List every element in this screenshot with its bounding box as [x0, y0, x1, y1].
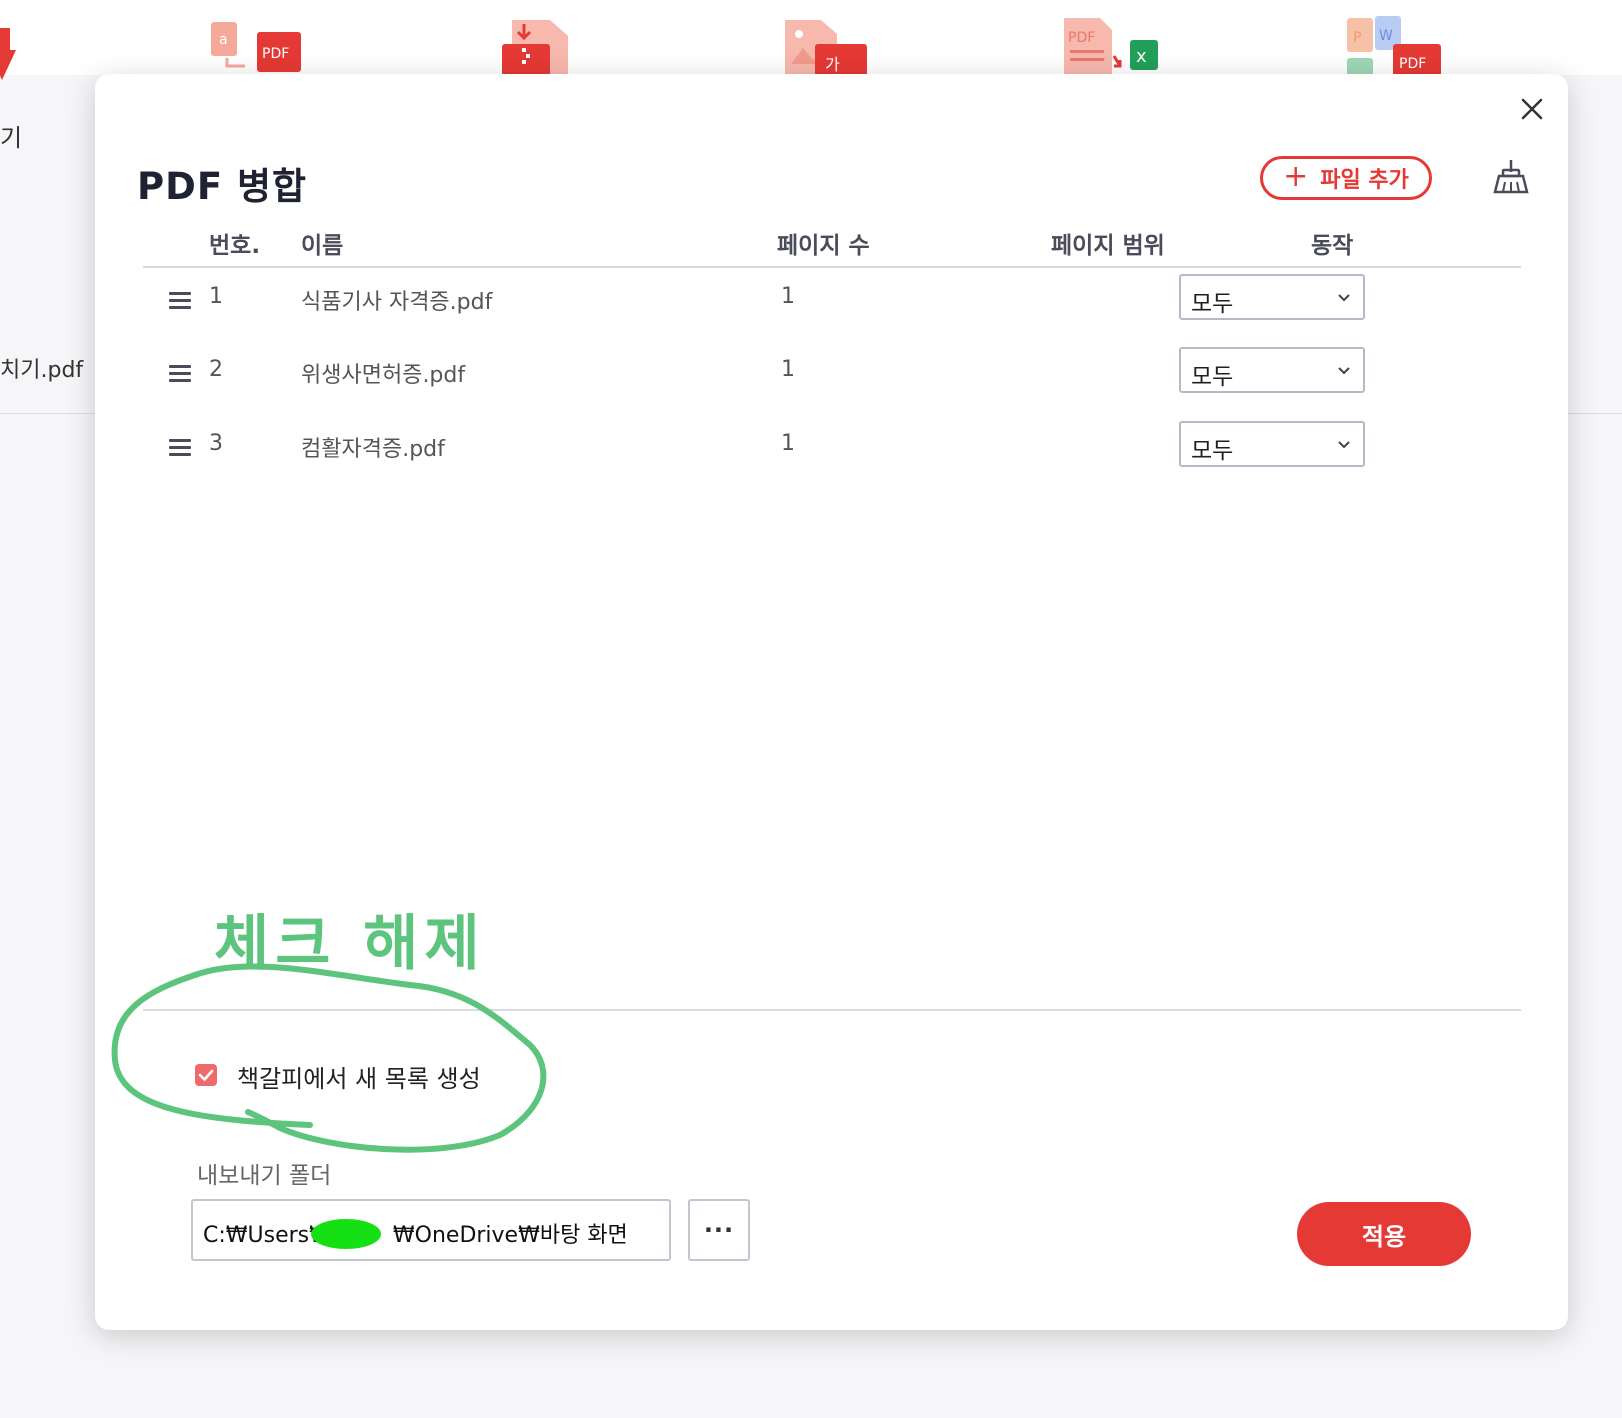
export-folder-path: C:₩Users₩ ₩OneDrive₩바탕 화면	[203, 1217, 628, 1249]
table-row: 3 컴활자격증.pdf 1 모두	[143, 421, 1521, 481]
page-range-select[interactable]: 모두	[1179, 274, 1365, 320]
row-file-name: 컴활자격증.pdf	[301, 437, 445, 462]
image-to-text-tool-icon[interactable]: 가	[785, 14, 895, 76]
export-folder-label: 내보내기 폴더	[197, 1163, 332, 1189]
office-to-pdf-tool-icon[interactable]: P W PDF	[1345, 14, 1455, 76]
table-row: 2 위생사면허증.pdf 1 모두	[143, 347, 1521, 407]
row-page-count: 1	[781, 284, 795, 309]
plus-icon: +	[1283, 158, 1309, 194]
svg-text:W: W	[1379, 28, 1393, 44]
row-page-count: 1	[781, 357, 795, 382]
merge-pdf-dialog: PDF 병합 + 파일 추가 번호. 이름 페이지 수 페이지 범위 동작 1 …	[95, 74, 1568, 1330]
red-arrow-icon	[0, 28, 16, 80]
row-page-count: 1	[781, 431, 795, 456]
row-number: 3	[209, 431, 223, 456]
browse-folder-button[interactable]: ···	[688, 1199, 750, 1261]
header-pages[interactable]: 페이지 수	[777, 226, 870, 260]
header-number: 번호.	[209, 233, 261, 259]
svg-text:가: 가	[825, 55, 840, 74]
page-range-value: 모두	[1191, 291, 1234, 317]
drag-handle-icon[interactable]	[169, 292, 191, 310]
page-range-select[interactable]: 모두	[1179, 421, 1365, 467]
row-file-name: 위생사면허증.pdf	[301, 363, 466, 388]
path-suffix: ₩OneDrive₩바탕 화면	[392, 1223, 628, 1248]
close-icon[interactable]	[1515, 92, 1549, 126]
svg-text:PDF: PDF	[262, 46, 289, 62]
header-action: 동작	[1311, 233, 1354, 259]
broom-icon[interactable]	[1491, 156, 1531, 196]
chevron-down-icon	[1338, 441, 1350, 449]
to-pdf-tool-icon[interactable]: a PDF	[205, 14, 315, 76]
svg-text:a: a	[219, 32, 228, 48]
chevron-down-icon	[1338, 367, 1350, 375]
checkmark-icon	[198, 1069, 214, 1081]
background-side-label: 기	[0, 124, 23, 152]
svg-text:x: x	[1136, 46, 1147, 67]
file-table-header: 번호. 이름 페이지 수 페이지 범위 동작	[143, 220, 1521, 268]
footer-divider	[143, 1009, 1521, 1011]
background-file-label: 치기.pdf	[0, 358, 84, 383]
page-range-value: 모두	[1191, 438, 1234, 464]
pdf-to-excel-tool-icon[interactable]: PDF x	[1062, 14, 1172, 76]
redaction-blob	[311, 1219, 381, 1249]
bookmark-checkbox-label[interactable]: 책갈피에서 새 목록 생성	[237, 1059, 481, 1094]
svg-text:P: P	[1353, 30, 1361, 46]
apply-button[interactable]: 적용	[1297, 1202, 1471, 1266]
dialog-title: PDF 병합	[137, 165, 308, 208]
row-file-name: 식품기사 자격증.pdf	[301, 290, 493, 315]
chevron-down-icon	[1338, 294, 1350, 302]
bookmark-checkbox[interactable]	[195, 1064, 217, 1086]
drag-handle-icon[interactable]	[169, 439, 191, 457]
compress-pdf-tool-icon[interactable]	[500, 14, 610, 76]
table-row: 1 식품기사 자격증.pdf 1 모두	[143, 274, 1521, 334]
export-folder-input[interactable]: C:₩Users₩ ₩OneDrive₩바탕 화면	[191, 1199, 671, 1261]
add-file-button[interactable]: + 파일 추가	[1260, 156, 1432, 200]
row-number: 2	[209, 357, 223, 382]
page-range-value: 모두	[1191, 364, 1234, 390]
background-toolbar: a PDF 가 PDF x P W PDF	[0, 0, 1622, 80]
page-range-select[interactable]: 모두	[1179, 347, 1365, 393]
header-range: 페이지 범위	[1051, 233, 1165, 259]
drag-handle-icon[interactable]	[169, 365, 191, 383]
annotation-text: 체크 해제	[214, 909, 486, 979]
add-file-label: 파일 추가	[1320, 168, 1409, 193]
header-name[interactable]: 이름	[301, 226, 343, 260]
row-number: 1	[209, 284, 223, 309]
svg-text:PDF: PDF	[1068, 30, 1095, 46]
svg-text:PDF: PDF	[1399, 56, 1426, 72]
